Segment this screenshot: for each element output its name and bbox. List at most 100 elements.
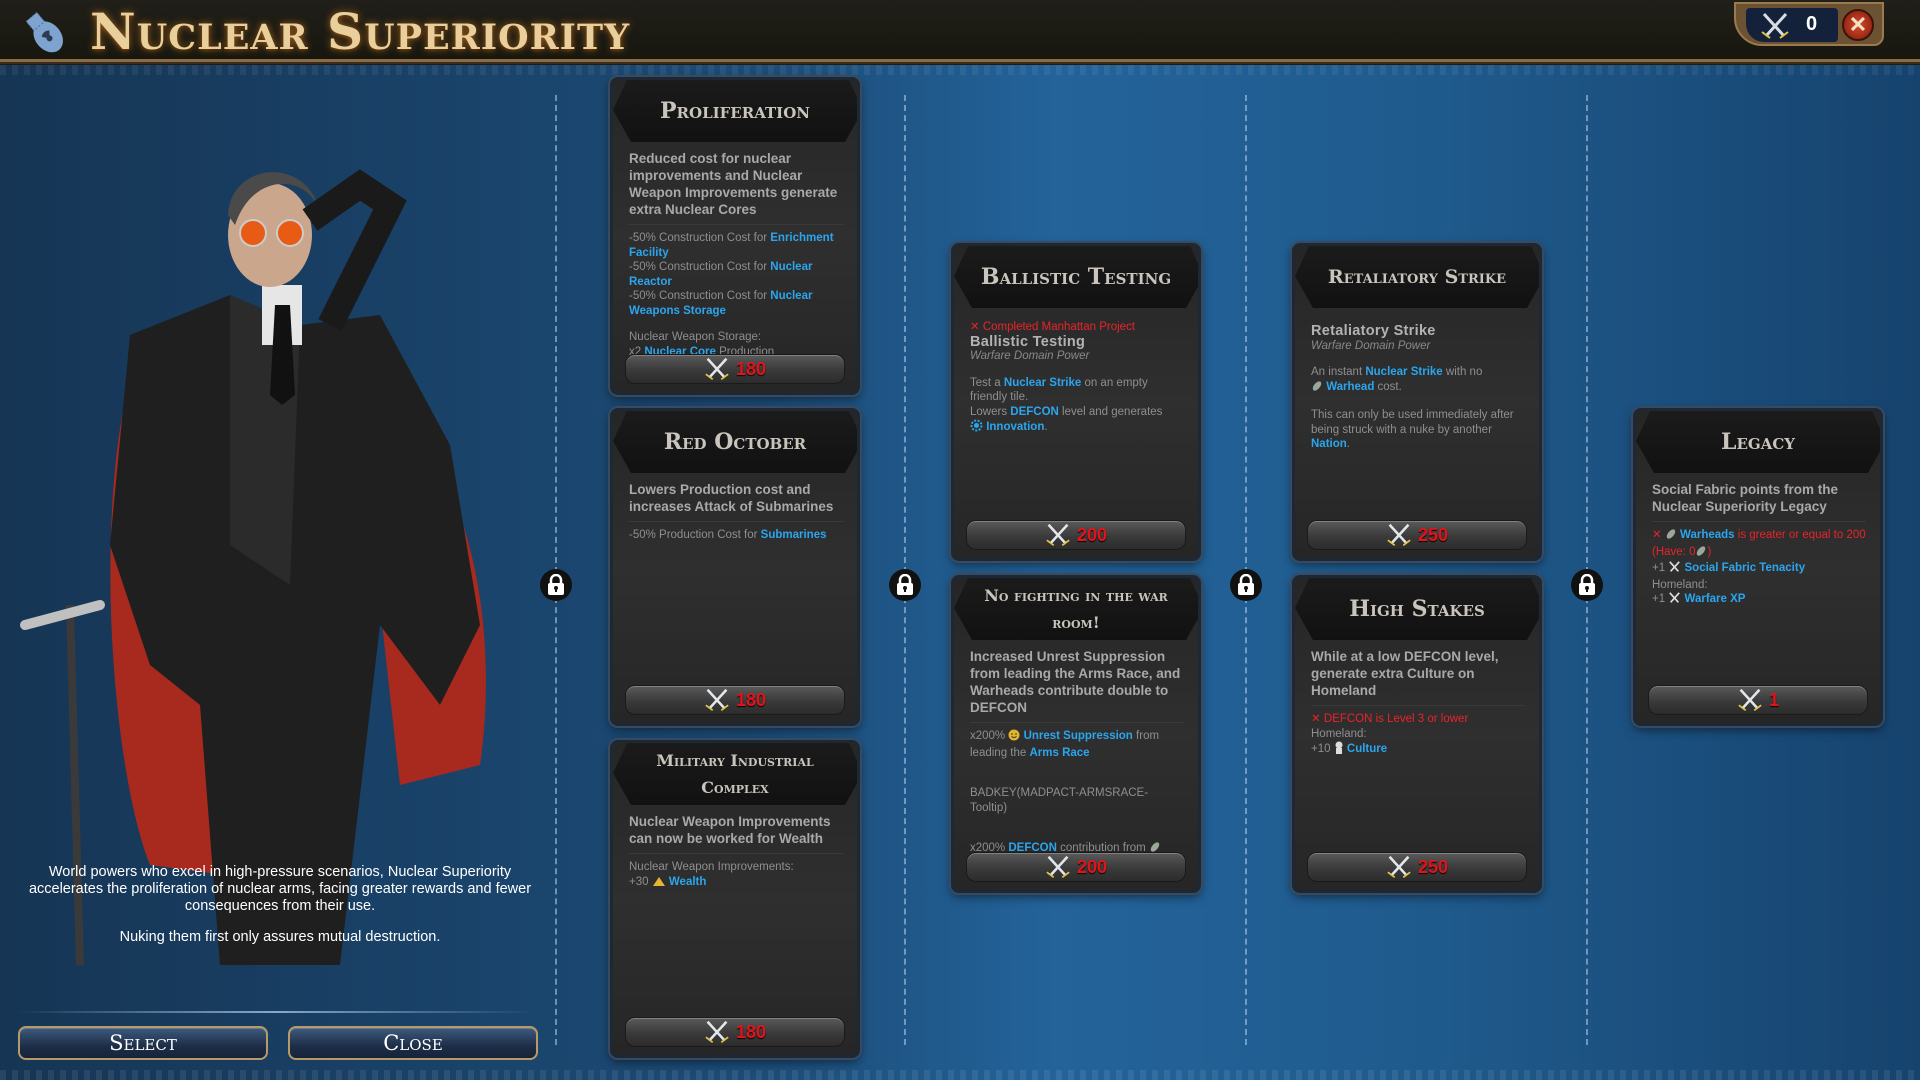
link-defcon[interactable]: DEFCON — [1010, 406, 1059, 418]
power-type: Warfare Domain Power — [970, 350, 1090, 362]
effect-text: This can only be used immediately after … — [1311, 409, 1514, 436]
card-title: Retaliatory Strike — [1327, 266, 1507, 288]
cost-value: 200 — [1076, 856, 1108, 877]
unrest-suppression-icon — [1008, 729, 1020, 746]
description-quote: Nuking them first only assures mutual de… — [119, 929, 441, 945]
requirement-fail-icon: ✕ — [970, 321, 983, 333]
effect-text: +1 — [1652, 593, 1669, 605]
effect-text: level and generates — [1058, 405, 1163, 418]
card-high-stakes[interactable]: High Stakes While at a low DEFCON level,… — [1292, 575, 1542, 893]
requirement-text: ) — [1707, 545, 1712, 558]
effect-text: -50% Construction Cost for — [629, 290, 771, 302]
wealth-icon — [652, 875, 666, 892]
effect-text: cost. — [1374, 380, 1402, 393]
link-innovation[interactable]: Innovation — [986, 421, 1044, 433]
close-icon[interactable]: ✕ — [1842, 9, 1874, 41]
select-button[interactable]: Select — [18, 1026, 268, 1060]
card-military-industrial-complex[interactable]: Military Industrial Complex Nuclear Weap… — [610, 740, 860, 1058]
crossed-swords-icon — [1046, 523, 1070, 546]
cost-button[interactable]: 200 — [966, 520, 1186, 550]
power-name: Retaliatory Strike — [1311, 323, 1436, 339]
card-title: High Stakes — [1349, 596, 1485, 622]
effect-text: An instant — [1311, 366, 1366, 378]
link-culture[interactable]: Culture — [1347, 743, 1387, 755]
link-nuclear-strike[interactable]: Nuclear Strike — [1004, 377, 1081, 389]
card-title: Legacy — [1721, 429, 1795, 455]
card-no-fighting-in-the-war-room[interactable]: No fighting in the war room! Increased U… — [951, 575, 1201, 893]
cost-button[interactable]: 1 — [1648, 685, 1868, 715]
link-submarines[interactable]: Submarines — [761, 529, 827, 541]
description-text: World powers who excel in high-pressure … — [28, 864, 532, 914]
link-nuclear-strike[interactable]: Nuclear Strike — [1365, 366, 1442, 378]
card-legacy[interactable]: Legacy Social Fabric points from the Nuc… — [1633, 408, 1883, 726]
cost-button[interactable]: 200 — [966, 852, 1186, 882]
card-title: No fighting in the war room! — [984, 586, 1168, 632]
card-title: Red October — [663, 429, 807, 455]
lock-icon — [1230, 569, 1262, 601]
crossed-swords-icon — [1668, 561, 1681, 578]
effect-text: Nuclear Weapon Improvements: — [629, 861, 794, 873]
effect-text: with no — [1442, 366, 1483, 378]
cost-button[interactable]: 180 — [625, 1017, 845, 1047]
crossed-swords-icon — [705, 357, 729, 380]
effect-text: Lowers — [970, 405, 1011, 418]
close-button[interactable]: Close — [288, 1026, 538, 1060]
requirement-fail-icon: ✕ — [1311, 713, 1324, 725]
nuclear-bomb-icon — [25, 11, 63, 53]
effect-text: Homeland: — [1652, 578, 1708, 591]
link-unrest-suppression[interactable]: Unrest Suppression — [1024, 730, 1133, 742]
crossed-swords-icon — [1761, 12, 1789, 39]
cost-button[interactable]: 180 — [625, 354, 845, 384]
link-nation[interactable]: Nation — [1311, 438, 1347, 450]
crossed-swords-icon — [1046, 855, 1070, 878]
link-warheads[interactable]: Warheads — [1680, 529, 1735, 541]
innovation-icon — [970, 419, 983, 437]
link-wealth[interactable]: Wealth — [669, 876, 707, 888]
effect-text: -50% Production Cost for — [629, 529, 761, 541]
cost-value: 1 — [1768, 689, 1779, 710]
page-title: Nuclear Superiority — [90, 2, 631, 61]
card-summary: Increased Unrest Suppression from leadin… — [970, 648, 1184, 723]
link-warfare-xp[interactable]: Warfare XP — [1685, 593, 1746, 605]
cost-button[interactable]: 180 — [625, 685, 845, 715]
cost-button[interactable]: 250 — [1307, 520, 1527, 550]
effect-text: +30 — [629, 875, 652, 888]
culture-icon — [1334, 741, 1344, 759]
effect-text: Test a — [970, 376, 1004, 389]
currency-value: 0 — [1806, 13, 1818, 35]
currency-display: 0 ✕ — [1734, 2, 1884, 46]
effect-text: . — [1044, 421, 1048, 433]
link-social-fabric-tenacity[interactable]: Social Fabric Tenacity — [1685, 562, 1806, 574]
title-bar: Nuclear Superiority 0 ✕ — [0, 0, 1920, 62]
cost-value: 250 — [1417, 524, 1449, 545]
crossed-swords-icon — [1738, 688, 1762, 711]
card-summary: Nuclear Weapon Improvements can now be w… — [629, 813, 843, 854]
link-warhead[interactable]: Warhead — [1326, 381, 1374, 393]
card-proliferation[interactable]: Proliferation Reduced cost for nuclear i… — [610, 77, 860, 395]
cost-value: 180 — [735, 1021, 767, 1042]
card-title: Proliferation — [660, 98, 810, 124]
effect-text: x200% — [970, 730, 1009, 742]
warhead-icon — [1695, 545, 1707, 562]
card-red-october[interactable]: Red October Lowers Production cost and i… — [610, 408, 860, 726]
card-retaliatory-strike[interactable]: Retaliatory Strike Retaliatory Strike Wa… — [1292, 243, 1542, 561]
requirement-fail-icon: ✕ — [1652, 529, 1665, 541]
effect-text: Nuclear Weapon Storage: — [629, 331, 762, 343]
requirement-text: Completed Manhattan Project — [982, 321, 1135, 333]
ideology-description: World powers who excel in high-pressure … — [10, 864, 550, 946]
effect-text: -50% Construction Cost for — [629, 232, 771, 244]
card-title: Military Industrial Complex — [656, 751, 814, 797]
crossed-swords-icon — [1668, 592, 1681, 609]
crossed-swords-icon — [1387, 523, 1411, 546]
card-ballistic-testing[interactable]: Ballistic Testing ✕ Completed Manhattan … — [951, 243, 1201, 561]
crossed-swords-icon — [1387, 855, 1411, 878]
power-name: Ballistic Testing — [970, 333, 1086, 350]
crossed-swords-icon — [705, 1020, 729, 1043]
card-summary: Lowers Production cost and increases Att… — [629, 481, 843, 522]
link-arms-race[interactable]: Arms Race — [1029, 747, 1089, 759]
cost-button[interactable]: 250 — [1307, 852, 1527, 882]
divider — [15, 1011, 535, 1013]
power-type: Warfare Domain Power — [1311, 339, 1431, 352]
cost-value: 250 — [1417, 856, 1449, 877]
warhead-icon — [1665, 528, 1677, 545]
